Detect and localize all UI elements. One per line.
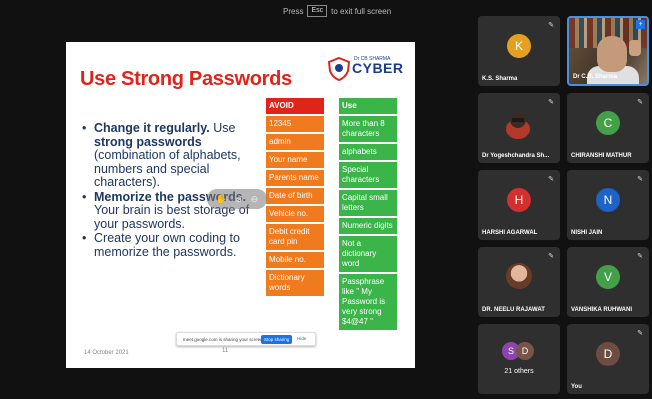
- use-cell: Numeric digits: [339, 218, 397, 234]
- avatar: N: [596, 188, 620, 212]
- hint-suffix: to exit full screen: [331, 6, 392, 16]
- floating-toolbar: ✋ ⌀ ⊖: [207, 189, 267, 209]
- participant-name: Dr C.B. Sharma: [573, 74, 618, 80]
- logo-big-text: CYBER: [352, 60, 404, 76]
- participant-tile-speaker[interactable]: + Dr C.B. Sharma: [567, 16, 649, 86]
- cyber-logo: Dr CB SHARMA CYBER: [326, 56, 404, 84]
- mic-off-icon: ✎: [548, 253, 554, 260]
- stop-sharing-button[interactable]: Stop sharing: [261, 335, 293, 344]
- more-icon[interactable]: ⊖: [251, 194, 259, 205]
- hooded-avatar-icon: [506, 112, 530, 139]
- use-column: Use More than 8 characters alphabets Spe…: [339, 98, 397, 332]
- avoid-cell: Parents name: [266, 170, 324, 186]
- mic-off-icon: ✎: [637, 99, 643, 106]
- mic-off-icon[interactable]: ⌀: [236, 194, 241, 205]
- avoid-cell: Date of birth: [266, 188, 324, 204]
- participant-name: CHIRANSHI MATHUR: [571, 153, 632, 159]
- participant-name: DR. NEELU RAJAWAT: [482, 307, 545, 313]
- mic-off-icon: ✎: [637, 330, 643, 337]
- slide-date: 14 October 2021: [84, 350, 129, 356]
- share-bar-text: meet.google.com is sharing your screen.: [183, 336, 265, 342]
- mic-off-icon: ✎: [548, 176, 554, 183]
- slide-number: 11: [222, 348, 229, 354]
- screen-share-bar: meet.google.com is sharing your screen. …: [176, 332, 316, 346]
- use-cell: Passphrase like " My Password is very st…: [339, 274, 397, 330]
- participant-name: Dr Yogeshchandra Sh...: [482, 153, 550, 159]
- avoid-cell: admin: [266, 134, 324, 150]
- others-count: 21 others: [504, 368, 534, 375]
- participant-tile[interactable]: ✎ K K.S. Sharma: [478, 16, 560, 86]
- avatar: D: [516, 342, 534, 360]
- shared-slide: Use Strong Passwords Dr CB SHARMA CYBER …: [66, 42, 415, 368]
- hide-button[interactable]: Hide: [297, 336, 306, 341]
- use-cell: Not a dictionary word: [339, 236, 397, 272]
- avoid-cell: Mobile no.: [266, 252, 324, 268]
- avatar: D: [596, 342, 620, 366]
- avatar: K: [507, 34, 531, 58]
- participant-name: You: [571, 384, 582, 390]
- participant-name: HARSHI AGARWAL: [482, 230, 538, 236]
- avoid-cell: Debit credit card pin: [266, 224, 324, 250]
- person-face: [597, 36, 627, 72]
- mic-off-icon: ✎: [548, 22, 554, 29]
- avoid-header: AVOID: [266, 98, 324, 114]
- mic-off-icon: ✎: [637, 253, 643, 260]
- avoid-cell: 12345: [266, 116, 324, 132]
- participant-name: VANSHIKA RUHWANI: [571, 307, 632, 313]
- avatar: C: [596, 111, 620, 135]
- avoid-cell: Your name: [266, 152, 324, 168]
- participant-name: K.S. Sharma: [482, 76, 518, 82]
- mic-off-icon: ✎: [548, 99, 554, 106]
- others-tile[interactable]: S D 21 others: [478, 324, 560, 394]
- photo-avatar: [506, 263, 532, 289]
- slide-title: Use Strong Passwords: [80, 68, 292, 90]
- bullet-item: Create your own coding to memorize the p…: [80, 231, 270, 259]
- use-cell: Capital small letters: [339, 190, 397, 216]
- hint-prefix: Press: [283, 6, 304, 16]
- use-cell: Special characters: [339, 162, 397, 188]
- shield-icon: [327, 56, 351, 82]
- participant-tile[interactable]: ✎ H HARSHI AGARWAL: [478, 170, 560, 240]
- participant-tile[interactable]: ✎ N NISHI JAIN: [567, 170, 649, 240]
- avoid-column: AVOID 12345 admin Your name Parents name…: [266, 98, 324, 298]
- use-cell: More than 8 characters: [339, 116, 397, 142]
- esc-key: Esc: [307, 5, 328, 17]
- participant-tile[interactable]: ✎ DR. NEELU RAJAWAT: [478, 247, 560, 317]
- self-tile[interactable]: ✎ D You: [567, 324, 649, 394]
- participant-name: NISHI JAIN: [571, 230, 603, 236]
- participant-tile[interactable]: ✎ C CHIRANSHI MATHUR: [567, 93, 649, 163]
- avatar: V: [596, 265, 620, 289]
- use-cell: alphabets: [339, 144, 397, 160]
- exit-fullscreen-hint: Press Esc to exit full screen: [283, 3, 391, 19]
- pin-icon[interactable]: +: [636, 20, 645, 29]
- hand-icon[interactable]: ✋: [216, 194, 227, 205]
- participant-tile[interactable]: ✎ V VANSHIKA RUHWANI: [567, 247, 649, 317]
- mic-off-icon: ✎: [637, 176, 643, 183]
- others-avatars: S D: [502, 342, 534, 360]
- avoid-cell: Dictionary words: [266, 270, 324, 296]
- avatar: H: [507, 188, 531, 212]
- use-header: Use: [339, 98, 397, 114]
- raised-hand: [629, 40, 641, 56]
- participant-tile[interactable]: ✎ Dr Yogeshchandra Sh...: [478, 93, 560, 163]
- avoid-cell: Vehicle no.: [266, 206, 324, 222]
- bullet-item: Change it regularly. Use strong password…: [80, 121, 270, 190]
